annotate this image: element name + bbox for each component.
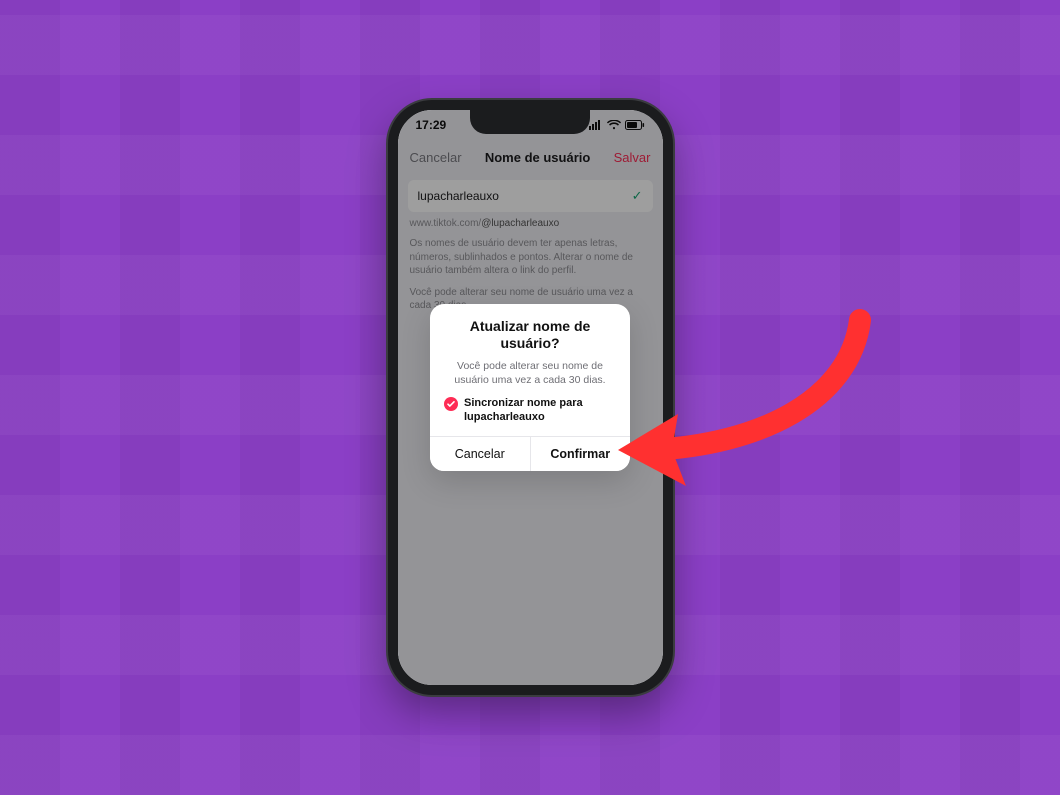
sync-checkbox-row[interactable]: Sincronizar nome para lupacharleauxo <box>444 397 616 425</box>
alert-title: Atualizar nome de usuário? <box>444 318 616 353</box>
alert-message: Você pode alterar seu nome de usuário um… <box>444 359 616 387</box>
sync-label: Sincronizar nome para lupacharleauxo <box>464 397 616 425</box>
tutorial-stage: 17:29 Cancelar Nome de usuário Salvar lu… <box>0 0 1060 795</box>
alert-confirm-button[interactable]: Confirmar <box>530 437 631 471</box>
alert-actions: Cancelar Confirmar <box>430 436 630 471</box>
checkbox-checked-icon <box>444 397 458 411</box>
alert-body: Atualizar nome de usuário? Você pode alt… <box>430 304 630 437</box>
phone-notch <box>470 110 590 134</box>
phone-frame: 17:29 Cancelar Nome de usuário Salvar lu… <box>388 100 673 695</box>
screen: 17:29 Cancelar Nome de usuário Salvar lu… <box>398 110 663 685</box>
confirm-alert: Atualizar nome de usuário? Você pode alt… <box>430 304 630 472</box>
alert-cancel-button[interactable]: Cancelar <box>430 437 530 471</box>
